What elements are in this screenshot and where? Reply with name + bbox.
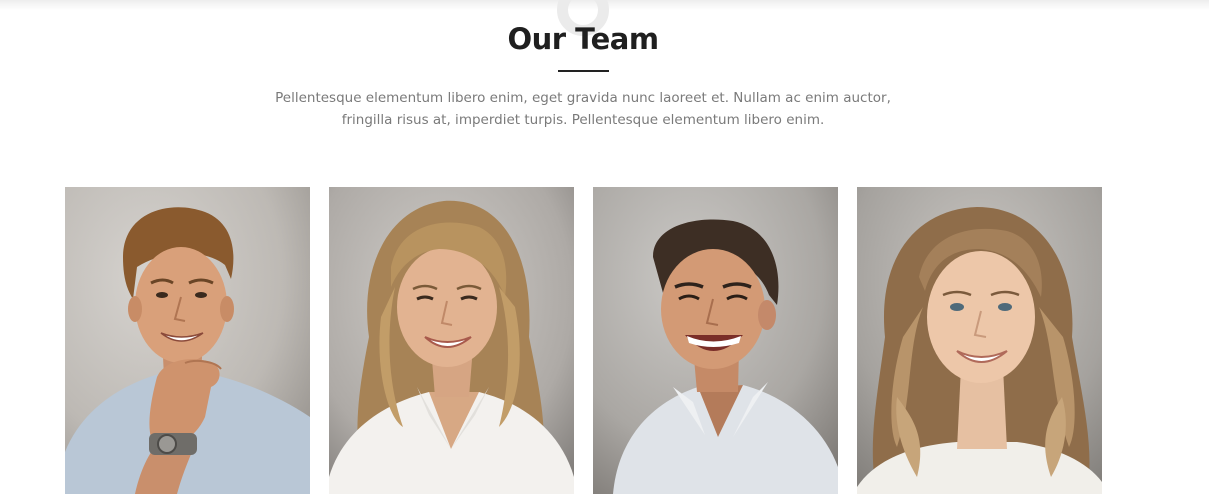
team-member-photo xyxy=(65,187,310,494)
team-section: Our Team Pellentesque elementum libero e… xyxy=(0,0,1209,494)
section-title: Our Team xyxy=(507,22,659,56)
team-member-card[interactable] xyxy=(65,187,310,494)
section-description: Pellentesque elementum libero enim, eget… xyxy=(275,90,891,128)
team-member-card[interactable] xyxy=(329,187,574,494)
team-member-photo xyxy=(329,187,574,494)
team-member-card[interactable] xyxy=(593,187,838,494)
title-divider xyxy=(558,70,609,72)
team-member-photo xyxy=(857,187,1102,494)
team-member-photo xyxy=(593,187,838,494)
team-member-card[interactable] xyxy=(857,187,1102,494)
